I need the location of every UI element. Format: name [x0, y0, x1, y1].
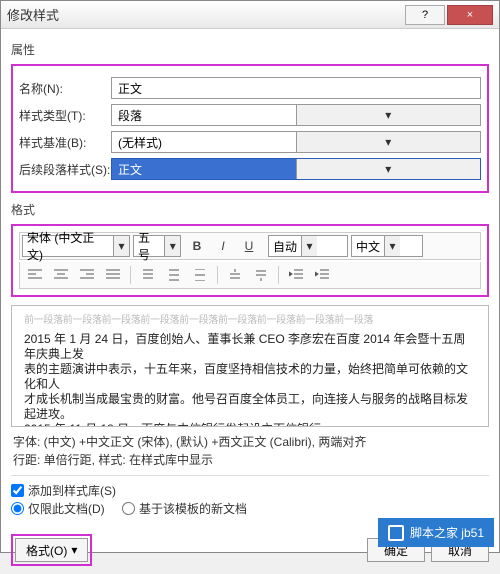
indent-inc-button[interactable] [310, 264, 334, 286]
preview-body: 2015 年 1 月 24 日，百度创始人、董事长兼 CEO 李彦宏在百度 20… [24, 332, 476, 427]
font-size-select[interactable]: 五号▾ [133, 235, 181, 257]
name-input[interactable]: 正文 [111, 77, 481, 99]
section-format: 格式 [11, 201, 489, 218]
chevron-down-icon[interactable]: ▾ [164, 236, 180, 256]
indent-dec-button[interactable] [284, 264, 308, 286]
align-justify-button[interactable] [101, 264, 125, 286]
chevron-down-icon[interactable]: ▾ [296, 105, 481, 125]
align-right-button[interactable] [75, 264, 99, 286]
help-button[interactable]: ? [405, 5, 445, 25]
watermark-icon [388, 525, 404, 541]
format-toolbar-1: 宋体 (中文正文)▾ 五号▾ B I U 自动▾ 中文▾ [19, 232, 481, 260]
align-left-button[interactable] [23, 264, 47, 286]
style-base-select[interactable]: (无样式)▾ [111, 131, 481, 153]
properties-group: 名称(N): 正文 样式类型(T): 段落▾ 样式基准(B): (无样式)▾ 后… [11, 64, 489, 193]
next-label: 后续段落样式(S): [19, 161, 111, 178]
style-type-select[interactable]: 段落▾ [111, 104, 481, 126]
titlebar: 修改样式 ? × [1, 1, 499, 29]
modify-style-dialog: 修改样式 ? × 属性 名称(N): 正文 样式类型(T): 段落▾ 样式基准(… [0, 0, 500, 553]
format-menu-highlight: 格式(O)▾ [11, 534, 92, 566]
name-label: 名称(N): [19, 80, 111, 97]
italic-button[interactable]: I [211, 235, 235, 257]
preview-pane: 前一段落前一段落前一段落前一段落前一段落前一段落前一段落前一段落前一段落 201… [11, 305, 489, 427]
font-color-select[interactable]: 自动▾ [268, 235, 348, 257]
add-to-gallery-checkbox[interactable]: 添加到样式库(S) [11, 482, 116, 499]
format-toolbar-2 [19, 262, 481, 289]
line-spacing-2-button[interactable] [162, 264, 186, 286]
watermark-text: 脚本之家 jb51 [410, 524, 484, 541]
font-family-select[interactable]: 宋体 (中文正文)▾ [22, 235, 130, 257]
format-menu-button[interactable]: 格式(O)▾ [15, 538, 88, 562]
options-group: 添加到样式库(S) 仅限此文档(D) 基于该模板的新文档 [11, 482, 489, 518]
line-spacing-1-button[interactable] [136, 264, 160, 286]
based-template-radio[interactable]: 基于该模板的新文档 [122, 500, 247, 517]
space-before-dec-button[interactable] [249, 264, 273, 286]
underline-button[interactable]: U [237, 235, 261, 257]
chevron-down-icon[interactable]: ▾ [301, 236, 317, 256]
line-spacing-3-button[interactable] [188, 264, 212, 286]
chevron-down-icon[interactable]: ▾ [113, 236, 129, 256]
chevron-down-icon[interactable]: ▾ [384, 236, 400, 256]
watermark-overlay: 脚本之家 jb51 [378, 518, 494, 547]
space-before-inc-button[interactable] [223, 264, 247, 286]
chevron-down-icon[interactable]: ▾ [296, 132, 481, 152]
only-this-doc-radio[interactable]: 仅限此文档(D) [11, 500, 105, 517]
dialog-title: 修改样式 [7, 5, 403, 24]
close-button[interactable]: × [447, 5, 493, 25]
bold-button[interactable]: B [185, 235, 209, 257]
divider [11, 475, 489, 476]
type-label: 样式类型(T): [19, 107, 111, 124]
chevron-down-icon[interactable]: ▾ [296, 159, 481, 179]
base-label: 样式基准(B): [19, 134, 111, 151]
section-properties: 属性 [11, 41, 489, 58]
style-description: 字体: (中文) +中文正文 (宋体), (默认) +西文正文 (Calibri… [11, 433, 489, 469]
lang-select[interactable]: 中文▾ [351, 235, 423, 257]
format-toolbar-group: 宋体 (中文正文)▾ 五号▾ B I U 自动▾ 中文▾ [11, 224, 489, 297]
next-style-select[interactable]: 正文▾ [111, 158, 481, 180]
align-center-button[interactable] [49, 264, 73, 286]
dialog-body: 属性 名称(N): 正文 样式类型(T): 段落▾ 样式基准(B): (无样式)… [1, 29, 499, 530]
preview-prev-para: 前一段落前一段落前一段落前一段落前一段落前一段落前一段落前一段落前一段落 [24, 314, 476, 328]
